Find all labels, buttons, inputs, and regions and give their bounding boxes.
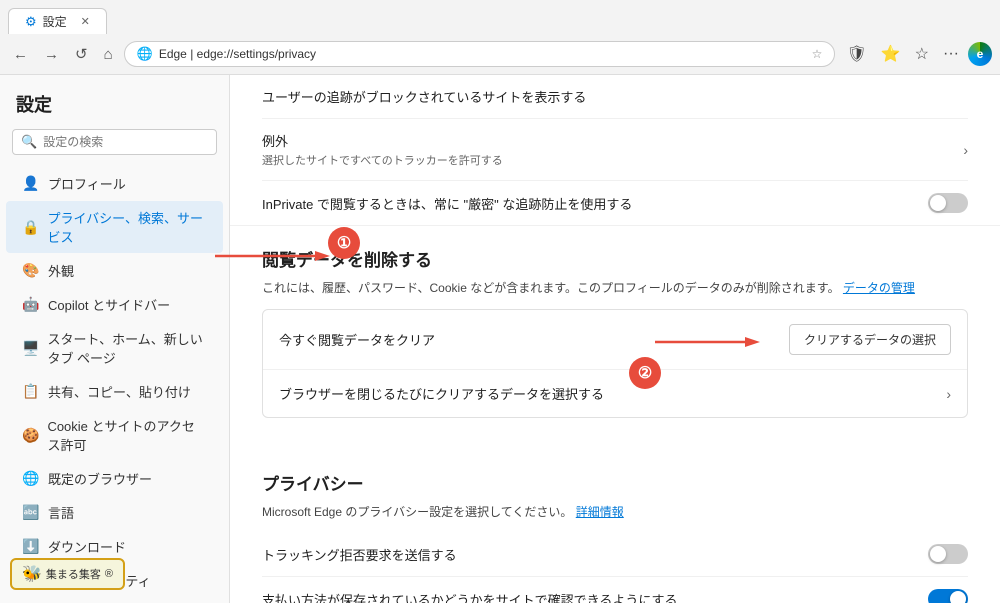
back-button[interactable]: ←: [8, 43, 33, 66]
forward-button[interactable]: →: [39, 43, 64, 66]
annotation-circle-1: ①: [328, 227, 360, 259]
sidebar-item-label-appearance: 外観: [48, 261, 74, 280]
payment-row: 支払い方法が保存されているかどうかをサイトで確認できるようにする: [262, 577, 968, 603]
sidebar-item-label-profile: プロフィール: [48, 174, 126, 193]
copilot-icon: 🤖: [22, 296, 40, 313]
address-star-icon[interactable]: ☆: [812, 47, 823, 61]
sidebar-item-label-default: 既定のブラウザー: [48, 469, 152, 488]
exceptions-label: 例外: [262, 131, 503, 150]
clear-on-close-chevron-icon: ›: [946, 386, 951, 402]
clear-now-label: 今すぐ閲覧データをクリア: [279, 330, 435, 349]
appearance-icon: 🎨: [22, 262, 40, 279]
edge-logo: e: [968, 42, 992, 66]
default-browser-icon: 🌐: [22, 470, 40, 487]
sidebar-item-label-privacy: プライバシー、検索、サービス: [47, 208, 207, 246]
watermark-registered: ®: [105, 568, 113, 580]
refresh-button[interactable]: ↺: [70, 42, 93, 66]
sidebar-item-appearance[interactable]: 🎨 外観: [6, 254, 223, 287]
privacy-details-link[interactable]: 詳細情報: [576, 505, 624, 519]
privacy-icon: 🔒: [22, 219, 39, 236]
browser-tab[interactable]: ⚙ 設定 ✕: [8, 8, 107, 34]
search-icon: 🔍: [21, 134, 37, 150]
sidebar-item-label-copilot: Copilot とサイドバー: [48, 295, 170, 314]
exceptions-sublabel: 選択したサイトですべてのトラッカーを許可する: [262, 152, 503, 168]
cookies-icon: 🍪: [22, 427, 39, 444]
clear-data-button[interactable]: クリアするデータの選択: [789, 324, 951, 355]
settings-search-box[interactable]: 🔍: [12, 129, 217, 155]
inprivate-toggle[interactable]: [928, 193, 968, 213]
payment-label: 支払い方法が保存されているかどうかをサイトで確認できるようにする: [262, 590, 677, 603]
sidebar-item-label-download: ダウンロード: [48, 537, 126, 556]
favorites-toolbar-button[interactable]: ⭐: [876, 40, 906, 68]
sidebar-item-label-cookies: Cookie とサイトのアクセス許可: [47, 416, 207, 454]
home-button[interactable]: ⌂: [99, 43, 118, 66]
exceptions-chevron-icon: ›: [963, 142, 968, 158]
sidebar-item-sharing[interactable]: 📋 共有、コピー、貼り付け: [6, 375, 223, 408]
sidebar-item-label-language: 言語: [48, 503, 74, 522]
tracking-row: トラッキング拒否要求を送信する: [262, 532, 968, 577]
language-icon: 🔤: [22, 504, 40, 521]
sidebar-item-cookies[interactable]: 🍪 Cookie とサイトのアクセス許可: [6, 409, 223, 461]
sidebar-item-system[interactable]: ⚙️ システムとパフォーマンス: [6, 598, 223, 603]
settings-title: 設定: [0, 87, 229, 129]
more-tools-button[interactable]: ···: [938, 41, 964, 67]
annotation-circle-2: ②: [629, 357, 661, 389]
sidebar-item-privacy[interactable]: 🔒 プライバシー、検索、サービス: [6, 201, 223, 253]
address-bar[interactable]: 🌐 Edge | edge://settings/privacy ☆: [124, 41, 836, 67]
shield-toolbar-button[interactable]: 🛡: [841, 40, 871, 68]
watermark: 🐝 集まる集客 ®: [10, 558, 125, 590]
address-text: Edge | edge://settings/privacy: [159, 47, 806, 61]
tab-title: 設定: [43, 13, 67, 30]
inprivate-label: InPrivate で閲覧するときは、常に "厳密" な追跡防止を使用する: [262, 194, 632, 213]
settings-content: ユーザーの追跡がブロックされているサイトを表示する 例外 選択したサイトですべて…: [230, 75, 1000, 603]
sharing-icon: 📋: [22, 383, 40, 400]
tab-icon: ⚙: [25, 14, 37, 30]
settings-sidebar: 設定 🔍 👤 プロフィール 🔒 プライバシー、検索、サービス 🎨 外観 🤖 Co…: [0, 75, 230, 603]
close-tab-button[interactable]: ✕: [81, 15, 90, 28]
clear-on-close-row[interactable]: ブラウザーを閉じるたびにクリアするデータを選択する ›: [263, 370, 967, 417]
clear-section-title: 閲覧データを削除する: [262, 226, 968, 279]
collections-toolbar-button[interactable]: ☆: [910, 40, 934, 68]
tracking-toggle[interactable]: [928, 544, 968, 564]
manage-data-link[interactable]: データの管理: [843, 281, 915, 295]
show-blocked-sites-label: ユーザーの追跡がブロックされているサイトを表示する: [262, 87, 586, 106]
newtab-icon: 🖥️: [22, 340, 39, 357]
show-blocked-sites-row: ユーザーの追跡がブロックされているサイトを表示する: [262, 75, 968, 119]
sidebar-item-copilot[interactable]: 🤖 Copilot とサイドバー: [6, 288, 223, 321]
clear-data-section: 今すぐ閲覧データをクリア クリアするデータの選択 ブラウザーを閉じるたびにクリア…: [262, 309, 968, 418]
download-icon: ⬇️: [22, 538, 40, 555]
inprivate-row: InPrivate で閲覧するときは、常に "厳密" な追跡防止を使用する: [262, 181, 968, 225]
clear-now-row: 今すぐ閲覧データをクリア クリアするデータの選択: [263, 310, 967, 370]
exceptions-row[interactable]: 例外 選択したサイトですべてのトラッカーを許可する ›: [262, 119, 968, 181]
profile-icon: 👤: [22, 175, 40, 192]
watermark-text: 集まる集客: [46, 566, 101, 582]
address-security-icon: 🌐: [137, 46, 153, 62]
clear-section-desc: これには、履歴、パスワード、Cookie などが含まれます。このプロフィールのデ…: [262, 279, 968, 297]
sidebar-item-newtab[interactable]: 🖥️ スタート、ホーム、新しいタブ ページ: [6, 322, 223, 374]
sidebar-item-default[interactable]: 🌐 既定のブラウザー: [6, 462, 223, 495]
sidebar-item-profile[interactable]: 👤 プロフィール: [6, 167, 223, 200]
tracking-label: トラッキング拒否要求を送信する: [262, 545, 457, 564]
sidebar-item-label-newtab: スタート、ホーム、新しいタブ ページ: [47, 329, 207, 367]
payment-toggle[interactable]: [928, 589, 968, 603]
sidebar-item-language[interactable]: 🔤 言語: [6, 496, 223, 529]
privacy-section-title: プライバシー: [262, 450, 968, 503]
privacy-section-desc: Microsoft Edge のプライバシー設定を選択してください。 詳細情報: [262, 503, 968, 520]
clear-on-close-label: ブラウザーを閉じるたびにクリアするデータを選択する: [279, 384, 604, 403]
settings-search-input[interactable]: [43, 135, 208, 149]
sidebar-item-label-sharing: 共有、コピー、貼り付け: [48, 382, 191, 401]
